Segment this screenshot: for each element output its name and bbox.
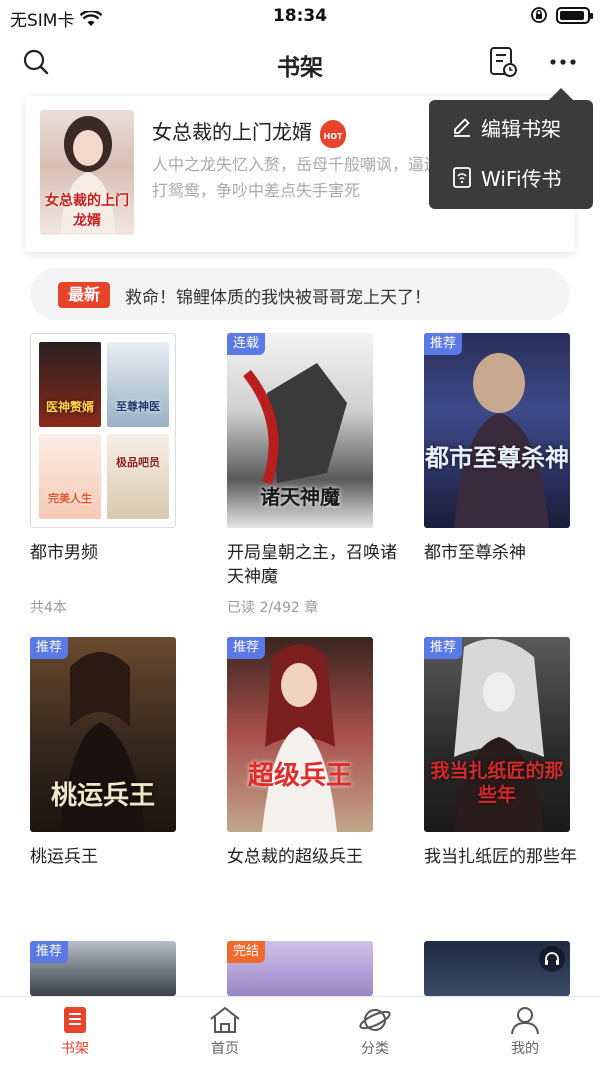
folder-mini-cover: 极品吧员 xyxy=(107,434,169,519)
status-indicators xyxy=(530,6,593,24)
cover-art xyxy=(262,644,337,832)
tab-label: 我的 xyxy=(511,1041,539,1057)
folder-mini-cover: 医神赘婿 xyxy=(39,342,101,427)
book-cover: 推荐 我当扎纸匠的那些年 xyxy=(424,637,570,832)
tab-bookshelf[interactable]: 书架 xyxy=(25,1005,125,1058)
book-cover: 推荐 超级兵王 xyxy=(227,637,373,832)
book-cover: 连载 诸天神魔 xyxy=(227,333,373,528)
audiobook-icon xyxy=(539,946,565,972)
book-cover: 推荐 都市至尊杀神 xyxy=(424,333,570,528)
featured-book-cover: 女总裁的上门龙婿 xyxy=(40,110,134,235)
folder-cover: 医神赘婿 至尊神医 完美人生 极品吧员 xyxy=(30,333,176,528)
book-tag: 推荐 xyxy=(227,637,266,659)
more-menu-popup: 编辑书架 WiFi传书 xyxy=(429,88,593,209)
folder-count: 共4本 xyxy=(30,600,67,616)
cover-title: 超级兵王 xyxy=(247,761,352,791)
orientation-lock-icon xyxy=(531,7,547,23)
book-tag: 推荐 xyxy=(30,941,69,963)
wifi-transfer-icon xyxy=(453,167,471,188)
book-tag: 推荐 xyxy=(30,637,69,659)
tab-label: 书架 xyxy=(61,1041,89,1057)
menu-item-edit-shelf[interactable]: 编辑书架 xyxy=(451,112,561,142)
menu-item-label: 编辑书架 xyxy=(481,116,561,141)
book-tag: 连载 xyxy=(227,333,266,355)
folder-title: 都市男频 xyxy=(30,543,98,563)
tab-home[interactable]: 首页 xyxy=(175,1005,275,1058)
book-cover: 完结 xyxy=(227,941,373,996)
home-icon xyxy=(210,1007,240,1033)
folder-mini-cover: 完美人生 xyxy=(39,434,101,519)
book-title: 都市至尊杀神 xyxy=(424,543,526,563)
cover-title: 都市至尊杀神 xyxy=(425,444,569,472)
profile-icon xyxy=(511,1007,539,1035)
tab-category[interactable]: 分类 xyxy=(325,1005,425,1058)
book-cover xyxy=(424,941,570,996)
folder-mini-cover: 至尊神医 xyxy=(107,342,169,427)
book-cover: 推荐 xyxy=(30,941,176,996)
featured-book-title: 女总裁的上门龙婿 HOT xyxy=(152,116,346,148)
tab-label: 首页 xyxy=(211,1041,239,1057)
clock: 18:34 xyxy=(272,6,328,26)
bookshelf-icon xyxy=(64,1007,86,1033)
hot-badge: HOT xyxy=(320,119,346,148)
book-cover: 推荐 桃运兵王 xyxy=(30,637,176,832)
menu-item-label: WiFi传书 xyxy=(481,166,562,191)
notice-text: 救命！锦鲤体质的我快被哥哥宠上天了！ xyxy=(125,288,431,308)
nav-bar: 书架 xyxy=(0,34,600,90)
more-icon[interactable] xyxy=(548,48,578,76)
book-title: 开局皇朝之主，召唤诸天神魔 xyxy=(227,543,397,587)
featured-cover-title: 女总裁的上门龙婿 xyxy=(45,193,129,229)
book-title: 女总裁的超级兵王 xyxy=(227,847,363,867)
cover-title: 桃运兵王 xyxy=(50,781,155,811)
battery-icon xyxy=(556,6,593,24)
mini-cover-title: 完美人生 xyxy=(48,492,92,505)
bottom-tab-bar: 书架 首页 分类 我的 xyxy=(0,996,600,1067)
mini-cover-title: 医神赘婿 xyxy=(45,400,94,414)
mini-cover-title: 至尊神医 xyxy=(116,400,160,413)
book-tag: 完结 xyxy=(227,941,266,963)
planet-icon xyxy=(359,1009,391,1031)
book-tag: 推荐 xyxy=(424,637,463,659)
book-title: 我当扎纸匠的那些年 xyxy=(424,847,577,867)
cover-title: 我当扎纸匠的那些年 xyxy=(430,760,564,806)
book-tag: 推荐 xyxy=(424,333,463,355)
tab-profile[interactable]: 我的 xyxy=(475,1005,575,1058)
mini-cover-title: 极品吧员 xyxy=(116,456,160,469)
cover-title: 诸天神魔 xyxy=(260,485,340,509)
status-bar: 无SIM卡 18:34 xyxy=(0,0,600,34)
reading-history-icon[interactable] xyxy=(488,46,518,78)
menu-item-wifi-transfer[interactable]: WiFi传书 xyxy=(451,162,562,192)
tab-label: 分类 xyxy=(361,1041,389,1057)
reading-progress: 已读 2/492 章 xyxy=(227,600,319,616)
edit-icon xyxy=(454,118,470,137)
cover-art xyxy=(454,353,549,528)
latest-badge: 最新 xyxy=(58,282,110,308)
latest-notice-bar[interactable]: 最新 救命！锦鲤体质的我快被哥哥宠上天了！ xyxy=(30,268,570,320)
book-title: 桃运兵王 xyxy=(30,847,98,867)
featured-title-text: 女总裁的上门龙婿 xyxy=(152,120,312,144)
